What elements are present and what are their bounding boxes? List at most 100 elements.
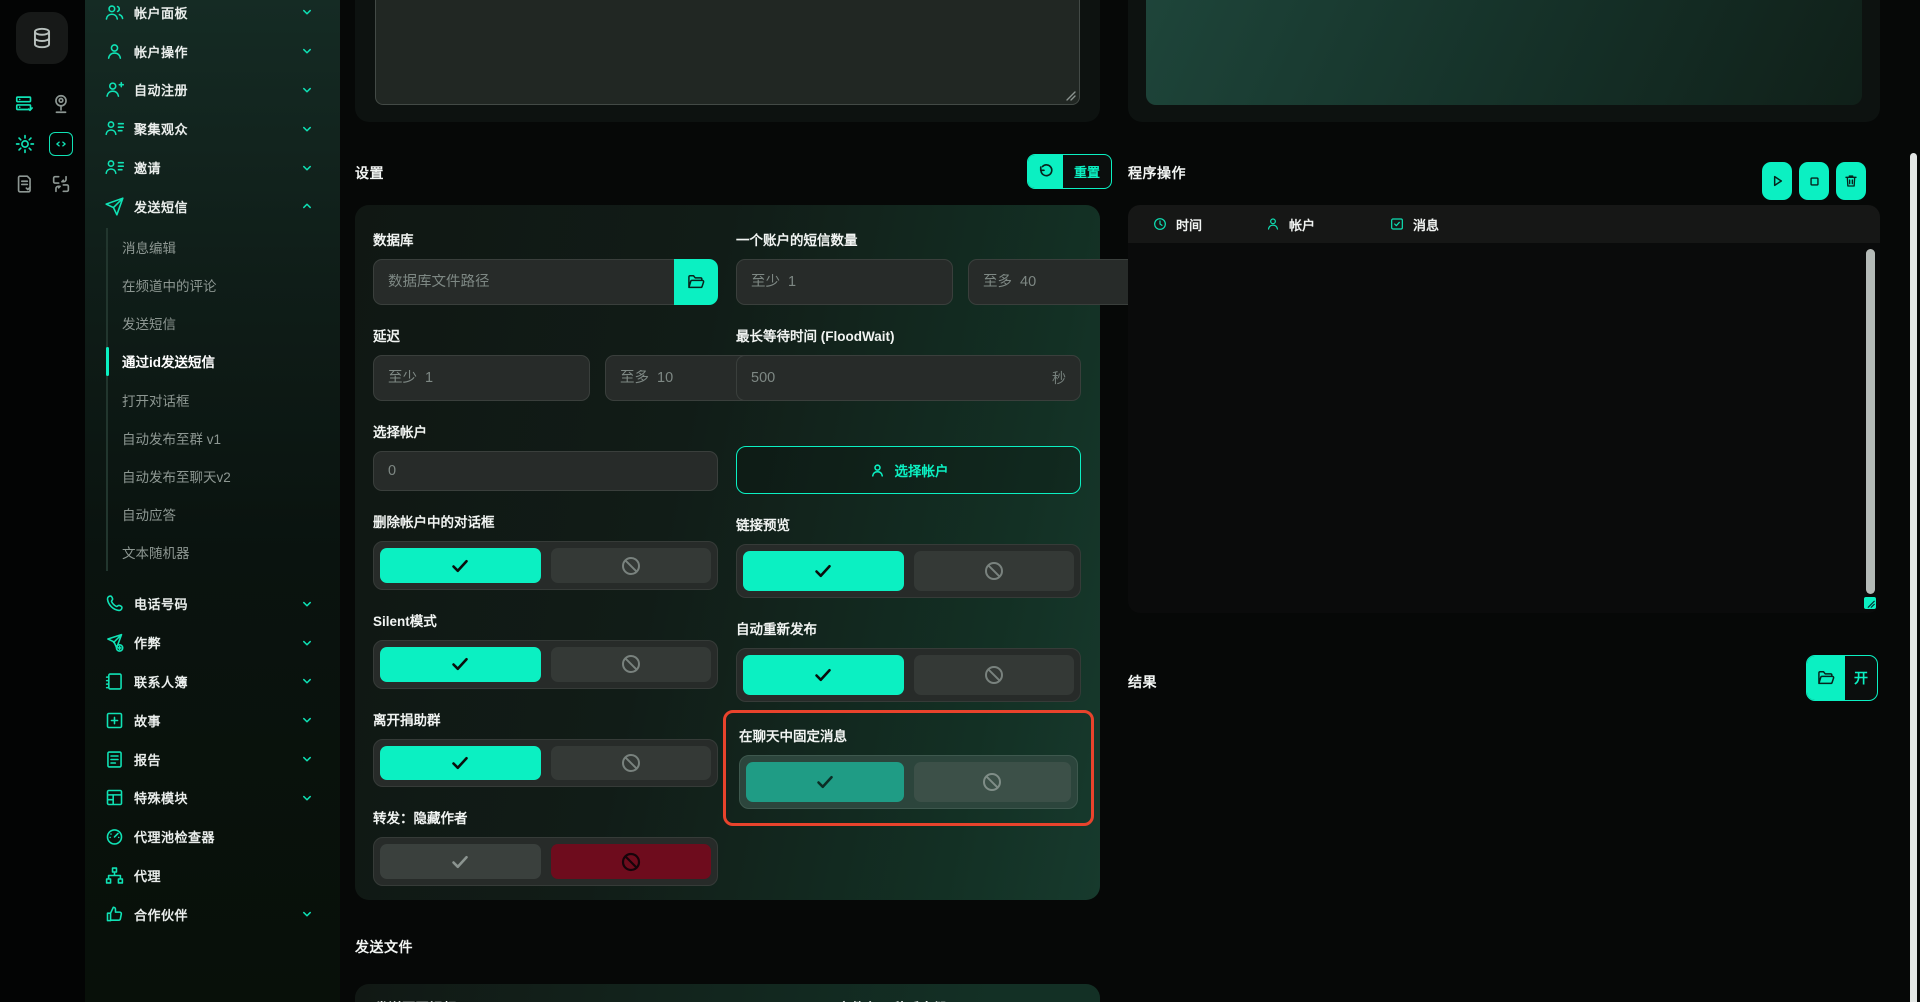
reset-button[interactable]: 重置 xyxy=(1027,154,1112,189)
chevron-down-icon xyxy=(300,636,314,650)
chevron-down-icon xyxy=(300,597,314,611)
silent-mode-label: Silent模式 xyxy=(373,610,718,630)
toggle-no-button[interactable] xyxy=(914,762,1072,802)
sidebar-item-label: 帐户操作 xyxy=(134,42,300,61)
sidebar-item-send-sms[interactable]: 发送短信 xyxy=(85,187,340,226)
toggle-no-button[interactable] xyxy=(551,548,712,583)
toggle-no-button[interactable] xyxy=(551,746,712,781)
submenu-item-auto-post-chat-v2[interactable]: 自动发布至聊天v2 xyxy=(122,457,340,495)
message-textarea[interactable] xyxy=(375,0,1080,105)
database-label: 数据库 xyxy=(373,229,718,249)
sidebar-item-proxies[interactable]: 代理 xyxy=(85,856,340,895)
stop-button[interactable] xyxy=(1799,162,1829,200)
window-scrollbar-thumb[interactable] xyxy=(1910,153,1917,1002)
open-result-button[interactable]: 开 xyxy=(1806,655,1878,701)
sidebar-item-special-modules[interactable]: 特殊模块 xyxy=(85,778,340,817)
audience-icon xyxy=(104,118,125,139)
sidebar-item-label: 故事 xyxy=(134,711,300,730)
code-window-icon[interactable] xyxy=(49,132,73,156)
settings-title: 设置 xyxy=(355,163,384,183)
thumbs-up-icon xyxy=(104,904,125,925)
chevron-down-icon xyxy=(300,122,314,136)
link-preview-label: 链接预览 xyxy=(736,514,1081,534)
floodwait-input[interactable] xyxy=(751,370,1044,386)
operations-top-panel xyxy=(1146,0,1862,105)
folder-icon xyxy=(1807,656,1845,700)
toggle-yes-button[interactable] xyxy=(380,746,541,781)
sidebar-item-gather-audience[interactable]: 聚集观众 xyxy=(85,109,340,148)
sidebar-item-label: 代理池检查器 xyxy=(134,827,314,846)
server-check-icon[interactable] xyxy=(13,92,37,116)
sidebar-item-invite[interactable]: 邀请 xyxy=(85,148,340,187)
sidebar-item-label: 发送短信 xyxy=(134,197,300,216)
toggle-no-button[interactable] xyxy=(551,647,712,682)
silent-mode-toggle xyxy=(373,640,718,689)
toggle-yes-button[interactable] xyxy=(380,548,541,583)
sidebar-item-label: 代理 xyxy=(134,866,314,885)
app-window: 帐户面板 帐户操作 自动注册 聚集观众 邀请 xyxy=(0,0,1920,1002)
submenu-item-message-edit[interactable]: 消息编辑 xyxy=(122,228,340,266)
sidebar-item-phone-numbers[interactable]: 电话号码 xyxy=(85,584,340,623)
column-message: 消息 xyxy=(1389,215,1439,234)
gear-icon[interactable] xyxy=(13,132,37,156)
toggle-no-button[interactable] xyxy=(914,655,1075,695)
sms-min-input[interactable] xyxy=(751,274,938,290)
sidebar-item-proxy-pool-checker[interactable]: 代理池检查器 xyxy=(85,817,340,856)
delete-button[interactable] xyxy=(1836,162,1866,200)
submenu-item-channel-comments[interactable]: 在频道中的评论 xyxy=(122,266,340,304)
forward-hide-author-toggle xyxy=(373,837,718,886)
submenu-item-auto-post-group-v1[interactable]: 自动发布至群 v1 xyxy=(122,419,340,457)
database-browse-button[interactable] xyxy=(674,259,718,305)
delay-min-input[interactable] xyxy=(388,370,575,386)
sidebar-item-partners[interactable]: 合作伙伴 xyxy=(85,895,340,934)
ban-icon xyxy=(982,663,1006,687)
resize-grip-icon[interactable] xyxy=(1064,89,1076,101)
toggle-no-button[interactable] xyxy=(914,551,1075,591)
play-button[interactable] xyxy=(1762,162,1792,200)
ban-icon xyxy=(619,652,643,676)
swap-icon[interactable] xyxy=(49,172,73,196)
highlight-box: 在聊天中固定消息 xyxy=(723,710,1094,826)
chevron-down-icon xyxy=(300,83,314,97)
sidebar-item-account-operations[interactable]: 帐户操作 xyxy=(85,32,340,71)
toggle-yes-button[interactable] xyxy=(743,655,904,695)
choose-account-button[interactable]: 选择帐户 xyxy=(736,446,1081,494)
toggle-yes-button[interactable] xyxy=(743,551,904,591)
toggle-yes-button[interactable] xyxy=(380,844,541,879)
toggle-no-button[interactable] xyxy=(551,844,712,879)
sidebar-item-auto-register[interactable]: 自动注册 xyxy=(85,71,340,110)
floodwait-label: 最长等待时间 (FloodWait) xyxy=(736,325,1081,345)
submenu-item-auto-reply[interactable]: 自动应答 xyxy=(122,495,340,533)
choose-account-button-label: 选择帐户 xyxy=(895,460,949,480)
sidebar-item-cheat[interactable]: 作弊 xyxy=(85,623,340,662)
toggle-yes-button[interactable] xyxy=(746,762,904,802)
ban-icon xyxy=(982,559,1006,583)
trash-icon xyxy=(1843,173,1859,189)
submenu-item-open-dialog[interactable]: 打开对话框 xyxy=(122,381,340,419)
sidebar-item-label: 聚集观众 xyxy=(134,119,300,138)
account-count-input[interactable] xyxy=(388,463,703,479)
submenu-item-send-sms[interactable]: 发送短信 xyxy=(122,304,340,342)
folder-icon xyxy=(686,272,706,292)
table-resize-grip[interactable] xyxy=(1864,597,1876,609)
document-check-icon[interactable] xyxy=(13,172,37,196)
sidebar-item-label: 自动注册 xyxy=(134,80,300,99)
sidebar-item-contacts-book[interactable]: 联系人簿 xyxy=(85,662,340,701)
toggle-yes-button[interactable] xyxy=(380,647,541,682)
database-app-button[interactable] xyxy=(16,12,68,64)
result-title: 结果 xyxy=(1128,672,1157,692)
submenu-item-send-sms-by-id[interactable]: 通过id发送短信 xyxy=(122,342,340,380)
sidebar-item-label: 作弊 xyxy=(134,633,300,652)
column-account-label: 帐户 xyxy=(1289,215,1315,234)
database-path-input[interactable] xyxy=(388,274,660,290)
table-scrollbar-thumb[interactable] xyxy=(1866,249,1875,594)
user-camera-icon[interactable] xyxy=(49,92,73,116)
round-video-label: 发送圆圈视频 (mp4) xyxy=(375,997,497,1002)
sidebar-item-label: 合作伙伴 xyxy=(134,905,300,924)
sidebar-item-accounts-panel[interactable]: 帐户面板 xyxy=(85,0,340,32)
link-preview-toggle xyxy=(736,544,1081,598)
sidebar-item-stories[interactable]: 故事 xyxy=(85,701,340,740)
sidebar-item-reports[interactable]: 报告 xyxy=(85,740,340,779)
ban-icon xyxy=(619,850,643,874)
submenu-item-text-randomizer[interactable]: 文本随机器 xyxy=(122,533,340,571)
